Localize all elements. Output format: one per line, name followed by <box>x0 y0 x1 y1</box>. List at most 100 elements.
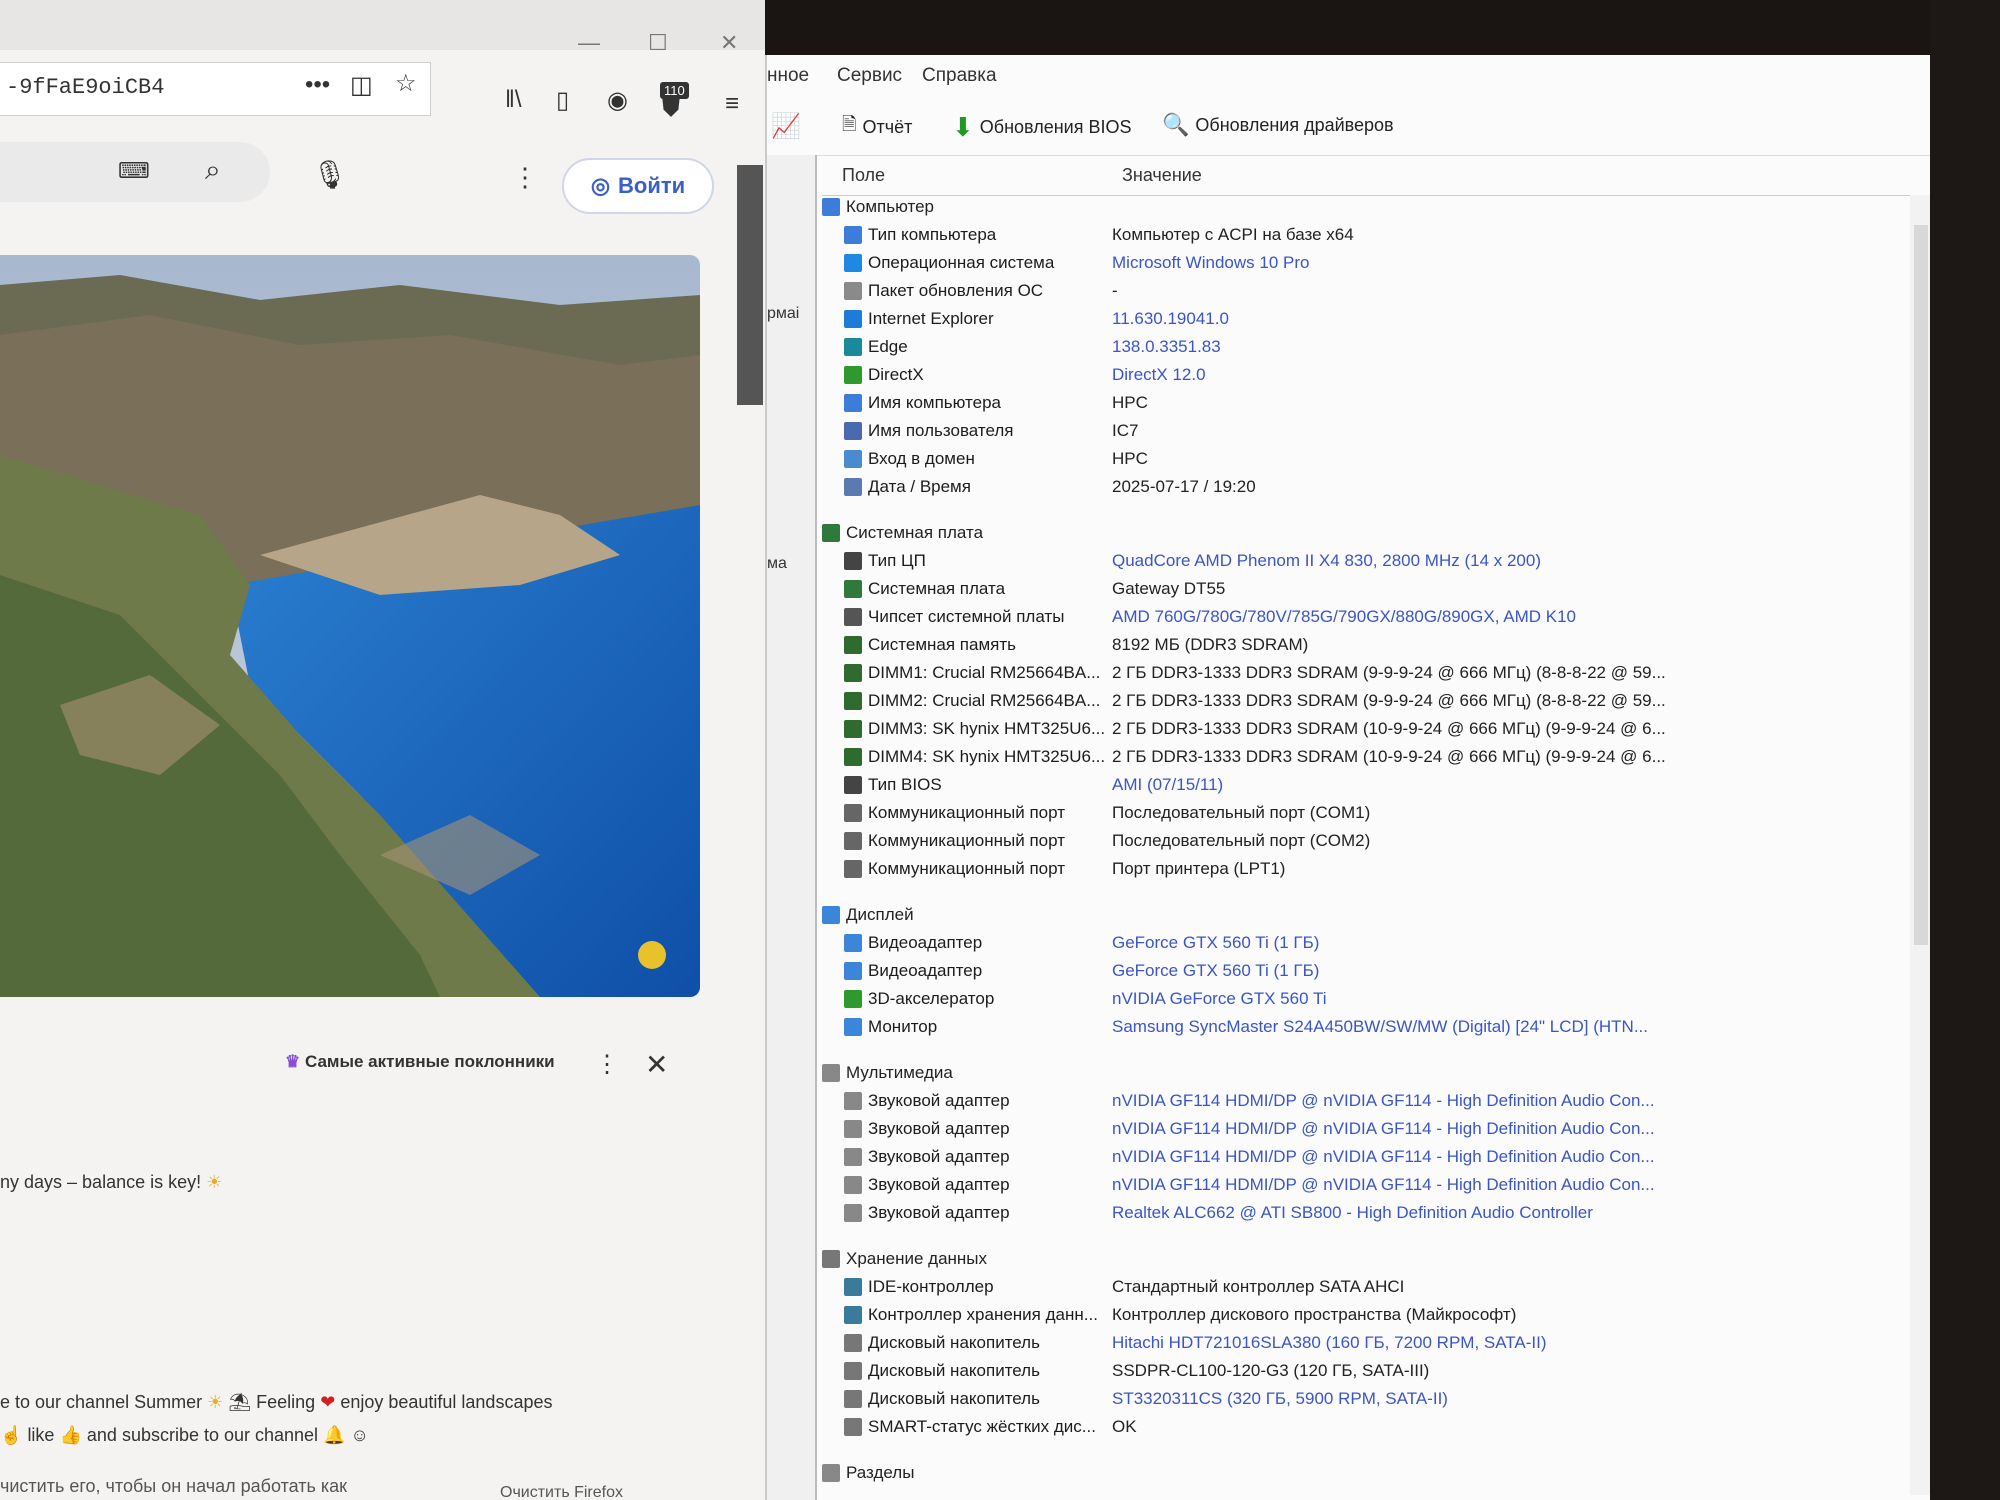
tree-row[interactable]: Вход в домен HPC <box>822 447 1922 473</box>
tree-row[interactable]: Системная память 8192 МБ (DDR3 SDRAM) <box>822 633 1922 659</box>
tree-section[interactable]: Мультимедиа <box>822 1061 1922 1087</box>
tree-section[interactable]: Компьютер <box>822 195 1922 221</box>
row-value-link[interactable]: GeForce GTX 560 Ti (1 ГБ) <box>1112 933 1319 953</box>
tree-row[interactable]: Edge 138.0.3351.83 <box>822 335 1922 361</box>
page-scrollbar[interactable] <box>737 165 763 405</box>
tree-row[interactable]: DIMM3: SK hynix HMT325U6... 2 ГБ DDR3-133… <box>822 717 1922 743</box>
tree-row[interactable]: Тип компьютера Компьютер с ACPI на базе x… <box>822 223 1922 249</box>
scrollbar-thumb[interactable] <box>1914 225 1928 945</box>
tree-row[interactable]: Звуковой адаптер Realtek ALC662 @ ATI SB8… <box>822 1201 1922 1227</box>
tree-section[interactable]: Системная плата <box>822 521 1922 547</box>
tree-row[interactable]: Дисковый накопитель SSDPR-CL100-120-G3 (1… <box>822 1359 1922 1385</box>
driver-updates-button[interactable]: 🔍 Обновления драйверов <box>1162 112 1394 138</box>
maximize-icon[interactable]: ☐ <box>648 30 668 56</box>
tree-row[interactable]: Дисковый накопитель ST3320311CS (320 ГБ, … <box>822 1387 1922 1413</box>
tree-row[interactable]: Звуковой адаптер nVIDIA GF114 HDMI/DP @ n… <box>822 1089 1922 1115</box>
row-value-link[interactable]: GeForce GTX 560 Ti (1 ГБ) <box>1112 961 1319 981</box>
row-value-link[interactable]: AMI (07/15/11) <box>1112 775 1223 795</box>
tree-row[interactable]: 3D-акселератор nVIDIA GeForce GTX 560 Ti <box>822 987 1922 1013</box>
tree-section[interactable]: Дисплей <box>822 903 1922 929</box>
row-value-link[interactable]: nVIDIA GF114 HDMI/DP @ nVIDIA GF114 - Hi… <box>1112 1147 1655 1167</box>
row-value-link[interactable]: Microsoft Windows 10 Pro <box>1112 253 1309 273</box>
tree-row[interactable]: Видеоадаптер GeForce GTX 560 Ti (1 ГБ) <box>822 931 1922 957</box>
tree-row[interactable]: Монитор Samsung SyncMaster S24A450BW/SW/M… <box>822 1015 1922 1041</box>
row-value-link[interactable]: ST3320311CS (320 ГБ, 5900 RPM, SATA-II) <box>1112 1389 1448 1409</box>
tree-row[interactable]: Тип BIOS AMI (07/15/11) <box>822 773 1922 799</box>
tree-row[interactable]: Звуковой адаптер nVIDIA GF114 HDMI/DP @ n… <box>822 1117 1922 1143</box>
tree-section[interactable]: Хранение данных <box>822 1247 1922 1273</box>
row-value: OK <box>1112 1417 1137 1436</box>
row-value-link[interactable]: DirectX 12.0 <box>1112 365 1206 385</box>
tree-row[interactable]: Коммуникационный порт Порт принтера (LPT1… <box>822 857 1922 883</box>
extension-shield-icon[interactable]: ⛊ <box>662 95 680 123</box>
microphone-icon[interactable]: 🎙 <box>312 158 348 191</box>
tree-row[interactable]: Коммуникационный порт Последовательный по… <box>822 829 1922 855</box>
report-button[interactable]: 🗎 Отчёт <box>842 112 912 142</box>
library-icon[interactable]: ‖\ <box>505 86 522 114</box>
tree-row[interactable]: Операционная система Microsoft Windows 10… <box>822 251 1922 277</box>
tree-row[interactable]: Дата / Время 2025-07-17 / 19:20 <box>822 475 1922 501</box>
tree-row[interactable]: Системная плата Gateway DT55 <box>822 577 1922 603</box>
row-value-link[interactable]: AMD 760G/780G/780V/785G/790GX/880G/890GX… <box>1112 607 1576 627</box>
column-field-header[interactable]: Поле <box>842 165 885 186</box>
tree-row[interactable]: Звуковой адаптер nVIDIA GF114 HDMI/DP @ n… <box>822 1173 1922 1199</box>
tree-row[interactable]: IDE-контроллер Стандартный контроллер SAT… <box>822 1275 1922 1301</box>
tree-row[interactable]: Имя компьютера HPC <box>822 391 1922 417</box>
row-value-link[interactable]: 11.630.19041.0 <box>1112 309 1229 329</box>
tree-row[interactable]: Звуковой адаптер nVIDIA GF114 HDMI/DP @ n… <box>822 1145 1922 1171</box>
tree-row[interactable]: Контроллер хранения данн... Контроллер ди… <box>822 1303 1922 1329</box>
sidebar-icon[interactable]: ▯ <box>556 86 569 115</box>
row-value-link[interactable]: Hitachi HDT721016SLA380 (160 ГБ, 7200 RP… <box>1112 1333 1547 1353</box>
tree-row[interactable]: Чипсет системной платы AMD 760G/780G/780V… <box>822 605 1922 631</box>
row-value-link[interactable]: Samsung SyncMaster S24A450BW/SW/MW (Digi… <box>1112 1017 1648 1037</box>
menu-item[interactable]: нное <box>767 65 809 87</box>
navigation-pane[interactable]: рмаі ма <box>767 155 817 1500</box>
row-value-link[interactable]: QuadCore AMD Phenom II X4 830, 2800 MHz … <box>1112 551 1541 571</box>
pocket-icon[interactable]: ◫ <box>350 71 373 100</box>
chart-icon[interactable]: 📈 <box>771 112 801 141</box>
search-box[interactable]: ⌨ ⌕ <box>0 142 270 202</box>
tree-row[interactable]: DIMM4: SK hynix HMT325U6... 2 ГБ DDR3-133… <box>822 745 1922 771</box>
close-icon[interactable]: ✕ <box>720 30 738 56</box>
user-icon <box>844 422 862 440</box>
fans-menu-icon[interactable]: ⋮ <box>595 1050 619 1079</box>
row-value-link[interactable]: nVIDIA GeForce GTX 560 Ti <box>1112 989 1326 1009</box>
tree-row[interactable]: DIMM1: Crucial RM25664BA... 2 ГБ DDR3-133… <box>822 661 1922 687</box>
tree-row[interactable]: Тип ЦП QuadCore AMD Phenom II X4 830, 280… <box>822 549 1922 575</box>
tree-section[interactable]: Разделы <box>822 1461 1922 1487</box>
video-thumbnail-landscape[interactable] <box>0 255 700 997</box>
tree-row[interactable]: Коммуникационный порт Последовательный по… <box>822 801 1922 827</box>
more-actions-icon[interactable]: ••• <box>305 71 330 99</box>
tree-row[interactable]: Имя пользователя IC7 <box>822 419 1922 445</box>
row-value-link[interactable]: Realtek ALC662 @ ATI SB800 - High Defini… <box>1112 1203 1593 1223</box>
bookmark-star-icon[interactable]: ☆ <box>395 69 417 98</box>
close-fans-icon[interactable]: ✕ <box>645 1048 668 1081</box>
row-value-link[interactable]: 138.0.3351.83 <box>1112 337 1221 357</box>
login-button[interactable]: ◎ Войти <box>562 158 714 214</box>
tree-row[interactable]: DIMM2: Crucial RM25664BA... 2 ГБ DDR3-133… <box>822 689 1922 715</box>
account-icon[interactable]: ◉ <box>607 86 628 115</box>
vertical-scrollbar[interactable] <box>1910 195 1932 1495</box>
tree-row[interactable]: Internet Explorer 11.630.19041.0 <box>822 307 1922 333</box>
tree-row[interactable]: Дисковый накопитель Hitachi HDT721016SLA3… <box>822 1331 1922 1357</box>
row-value-link[interactable]: nVIDIA GF114 HDMI/DP @ nVIDIA GF114 - Hi… <box>1112 1175 1655 1195</box>
tree-row[interactable]: Пакет обновления ОС - <box>822 279 1922 305</box>
speaker-icon <box>844 1092 862 1110</box>
tree-row[interactable]: SMART-статус жёстких дис... OK <box>822 1415 1922 1441</box>
top-fans-label[interactable]: ♛ Самые активные поклонники <box>285 1052 555 1072</box>
bios-updates-button[interactable]: ⬇ Обновления BIOS <box>952 112 1131 143</box>
menu-service[interactable]: Сервис <box>837 65 902 87</box>
minimize-icon[interactable]: — <box>578 30 600 56</box>
url-bar[interactable]: -9fFaE9oiCB4 ••• ◫ ☆ <box>0 62 431 116</box>
reset-firefox-link[interactable]: Очистить Firefox <box>500 1484 623 1500</box>
row-value-link[interactable]: nVIDIA GF114 HDMI/DP @ nVIDIA GF114 - Hi… <box>1112 1119 1655 1139</box>
keyboard-icon[interactable]: ⌨ <box>118 158 150 184</box>
more-vertical-icon[interactable]: ⋮ <box>512 162 538 193</box>
search-icon[interactable]: ⌕ <box>205 154 221 187</box>
menu-help[interactable]: Справка <box>922 65 997 87</box>
row-value-link[interactable]: nVIDIA GF114 HDMI/DP @ nVIDIA GF114 - Hi… <box>1112 1091 1655 1111</box>
hamburger-menu-icon[interactable]: ≡ <box>725 90 739 118</box>
tree-row[interactable]: DirectX DirectX 12.0 <box>822 363 1922 389</box>
tree-row[interactable]: Видеоадаптер GeForce GTX 560 Ti (1 ГБ) <box>822 959 1922 985</box>
column-value-header[interactable]: Значение <box>1122 165 1202 186</box>
